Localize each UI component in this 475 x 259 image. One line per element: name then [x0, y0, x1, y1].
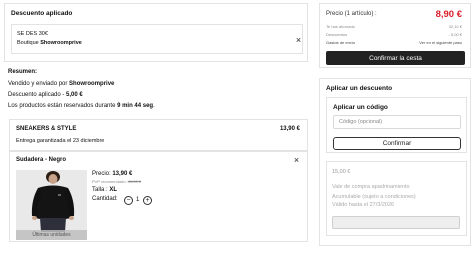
product-image[interactable]: Últimas unidades: [16, 170, 87, 240]
reserved-prefix: Los productos están reservados durante: [8, 103, 118, 109]
shipment-delivery: Entrega garantizada el 23 diciembre: [16, 138, 105, 144]
reserved-suffix: .: [153, 103, 155, 109]
discount-panel-title: Descuento aplicado: [11, 10, 73, 17]
discount-value: 5,00 €: [66, 92, 83, 98]
discount-code-placeholder: Código (opcional): [339, 119, 383, 125]
shipment-price: 13,90 €: [279, 126, 300, 132]
boutique-name: Showroomprive: [40, 40, 82, 46]
pvp-line: PVP recomendado: 40,00 €: [92, 179, 141, 184]
boutique-prefix: Boutique: [17, 40, 41, 46]
product-name: Sudadera - Negro: [16, 157, 67, 163]
apply-discount-panel: Aplicar un descuento Aplicar un código C…: [319, 78, 471, 246]
apply-discount-title: Aplicar un descuento: [326, 85, 393, 92]
remove-product-icon[interactable]: ×: [292, 156, 301, 165]
total-price: 8,90 €: [435, 9, 462, 20]
sold-by-line: Vendido y enviado por Showroomprive: [8, 81, 114, 87]
product-card: Sudadera - Negro × Últimas unidades Prec…: [9, 151, 308, 242]
voucher-cumulative: Acumulable (sujeto a condiciones): [332, 194, 416, 200]
pvp-value: 40,00 €: [127, 179, 142, 184]
applied-code-boutique: Boutique Showroomprive: [17, 40, 82, 46]
discounts-label: Descuentos: [326, 32, 348, 37]
remove-code-icon[interactable]: ×: [294, 36, 303, 45]
quantity-value: 1: [136, 197, 140, 203]
reserved-time: 9 min 44 seg: [117, 103, 154, 109]
confirm-cart-button[interactable]: Confirmar la cesta: [326, 51, 465, 65]
confirm-cart-label: Confirmar la cesta: [369, 54, 422, 62]
size-label: Talla :: [92, 187, 110, 193]
applied-code-card: SE DES 30€ Boutique Showroomprive ×: [11, 24, 303, 54]
increase-quantity-button[interactable]: +: [143, 196, 152, 205]
sold-by-name: Showroomprive: [69, 81, 115, 87]
discounts-value: - 5,00 €: [448, 32, 462, 37]
applied-code-text: SE DES 30€: [17, 31, 48, 37]
product-price-line: Precio: 13,90 €: [92, 171, 132, 177]
shipping-value: Ver en el siguiente paso: [419, 40, 462, 45]
stock-badge-text: Últimas unidades: [32, 232, 71, 238]
shipping-label: Gastos de envío: [326, 40, 356, 45]
shipment-card: SNEAKERS & STYLE 13,90 € Entrega garanti…: [9, 119, 308, 151]
voucher-description: Vale de compra apadrinamiento: [332, 184, 410, 190]
price-count-label: Precio (1 artículo) :: [326, 11, 377, 17]
pvp-label: PVP recomendado:: [92, 179, 127, 184]
apply-code-card: Aplicar un código Código (opcional) Conf…: [326, 97, 467, 153]
confirm-code-button[interactable]: Confirmar: [333, 137, 461, 150]
savings-value: 32,10 €: [448, 24, 462, 29]
decrease-quantity-button[interactable]: −: [124, 196, 133, 205]
stock-badge: Últimas unidades: [16, 230, 87, 240]
quantity-label: Cantidad:: [92, 196, 118, 202]
confirm-code-label: Confirmar: [382, 140, 412, 147]
totals-panel: Precio (1 artículo) : 8,90 € Te has ahor…: [319, 3, 471, 68]
discount-applied-line: Descuento aplicado - 5,00 €: [8, 92, 83, 98]
reserved-line: Los productos están reservados durante 9…: [8, 103, 155, 109]
summary-title: Resumen:: [8, 69, 38, 75]
price-label: Precio:: [92, 171, 113, 177]
discount-applied-panel: Descuento aplicado SE DES 30€ Boutique S…: [4, 3, 308, 62]
shipment-brand: SNEAKERS & STYLE: [16, 126, 77, 132]
size-value: XL: [109, 187, 118, 193]
savings-label: Te has ahorrado: [326, 24, 355, 29]
apply-code-title: Aplicar un código: [333, 104, 388, 111]
product-price: 13,90 €: [112, 171, 133, 177]
discount-prefix: Descuento aplicado -: [8, 92, 67, 98]
size-line: Talla : XL: [92, 187, 117, 193]
voucher-apply-button[interactable]: [332, 216, 460, 229]
discount-code-input[interactable]: Código (opcional): [333, 115, 461, 129]
voucher-amount: 15,00 €: [332, 169, 351, 175]
voucher-validity: Válido hasta el 27/3/2026: [332, 202, 395, 208]
sold-by-prefix: Vendido y enviado por: [8, 81, 70, 87]
voucher-card[interactable]: 15,00 € Vale de compra apadrinamiento Ac…: [326, 161, 467, 236]
